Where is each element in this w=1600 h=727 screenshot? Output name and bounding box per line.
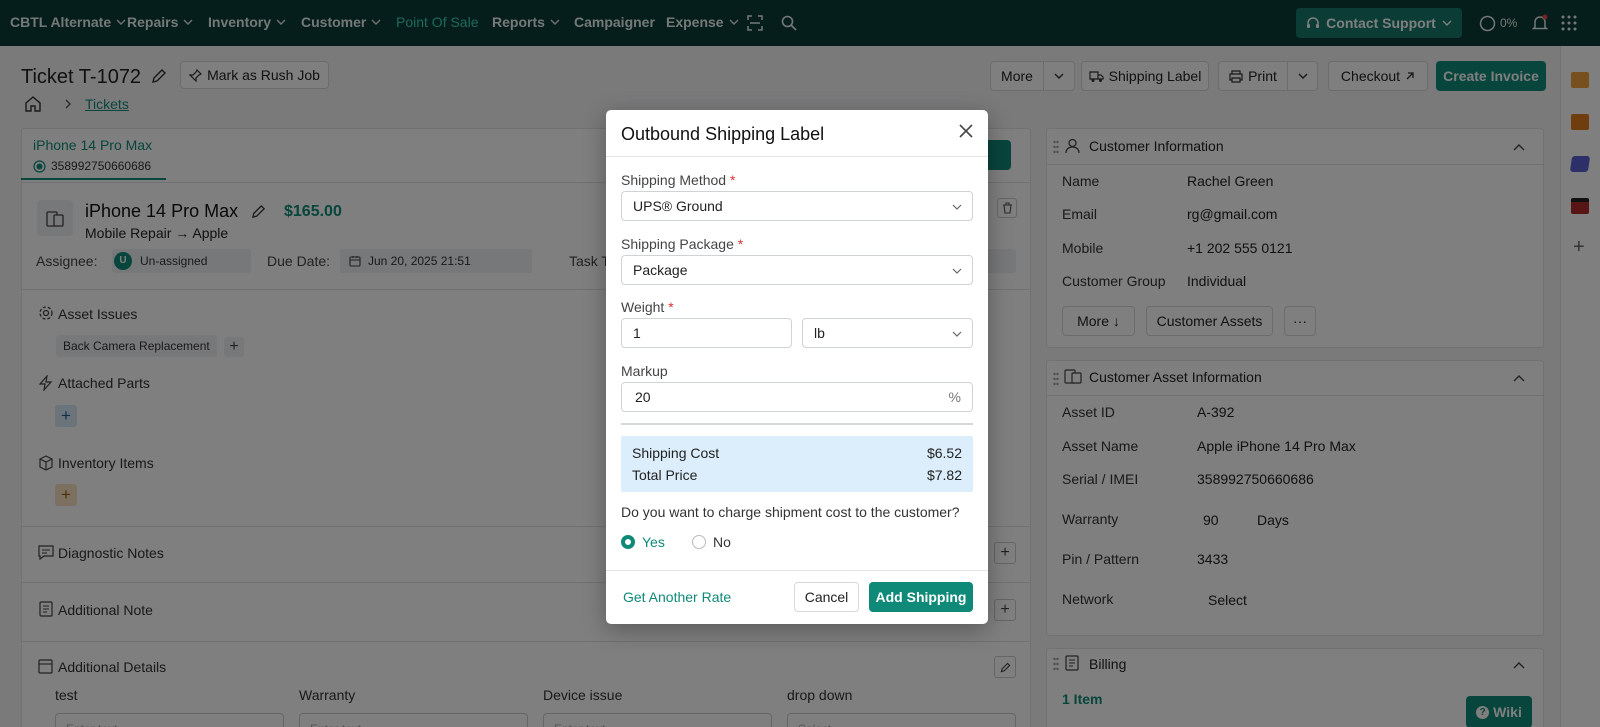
modal-title: Outbound Shipping Label [621,124,825,144]
shipping-package-select[interactable]: Package [621,255,973,285]
no-label: No [713,534,731,550]
required-mark: * [737,236,744,252]
cancel-label: Cancel [804,589,849,605]
required-mark: * [729,172,736,188]
total-price-value: $7.82 [926,467,962,483]
weight-value: 1 [633,325,641,341]
weight-label: Weight * [621,299,674,315]
shipping-method-label: Shipping Method * [621,172,735,188]
close-icon[interactable] [959,124,973,138]
divider [621,423,973,425]
divider [606,156,988,157]
shipping-cost-summary: Shipping Cost $6.52 Total Price $7.82 [621,436,973,492]
shipping-package-value: Package [633,262,688,278]
chevron-down-icon [952,268,962,274]
weight-label-text: Weight [621,299,665,315]
get-another-rate-link[interactable]: Get Another Rate [623,589,731,605]
shipping-method-value: UPS® Ground [633,198,723,214]
shipping-cost-value: $6.52 [926,445,962,461]
add-shipping-label: Add Shipping [875,589,967,605]
outbound-shipping-modal: Outbound Shipping Label Shipping Method … [606,110,988,624]
shipping-package-label: Shipping Package * [621,236,743,252]
total-price-label: Total Price [632,467,698,483]
cancel-button[interactable]: Cancel [794,582,859,612]
weight-unit-value: lb [814,325,825,341]
markup-input[interactable]: 20 % [621,382,973,412]
charge-yes-radio[interactable]: Yes [621,533,681,551]
radio-unchecked-icon [692,535,706,549]
markup-label: Markup [621,363,668,379]
chevron-down-icon [952,331,962,337]
chevron-down-icon [952,204,962,210]
shipping-method-label-text: Shipping Method [621,172,727,188]
add-shipping-button[interactable]: Add Shipping [869,582,973,612]
radio-checked-icon [621,535,635,549]
weight-input[interactable]: 1 [621,318,792,348]
shipping-package-label-text: Shipping Package [621,236,734,252]
required-mark: * [668,299,674,315]
percent-suffix: % [948,389,961,405]
markup-value: 20 [635,389,651,405]
shipping-cost-label: Shipping Cost [632,445,720,461]
charge-question: Do you want to charge shipment cost to t… [621,504,960,520]
weight-unit-select[interactable]: lb [802,318,973,348]
divider [606,570,988,571]
shipping-method-select[interactable]: UPS® Ground [621,191,973,221]
charge-no-radio[interactable]: No [692,533,752,551]
yes-label: Yes [642,534,665,550]
